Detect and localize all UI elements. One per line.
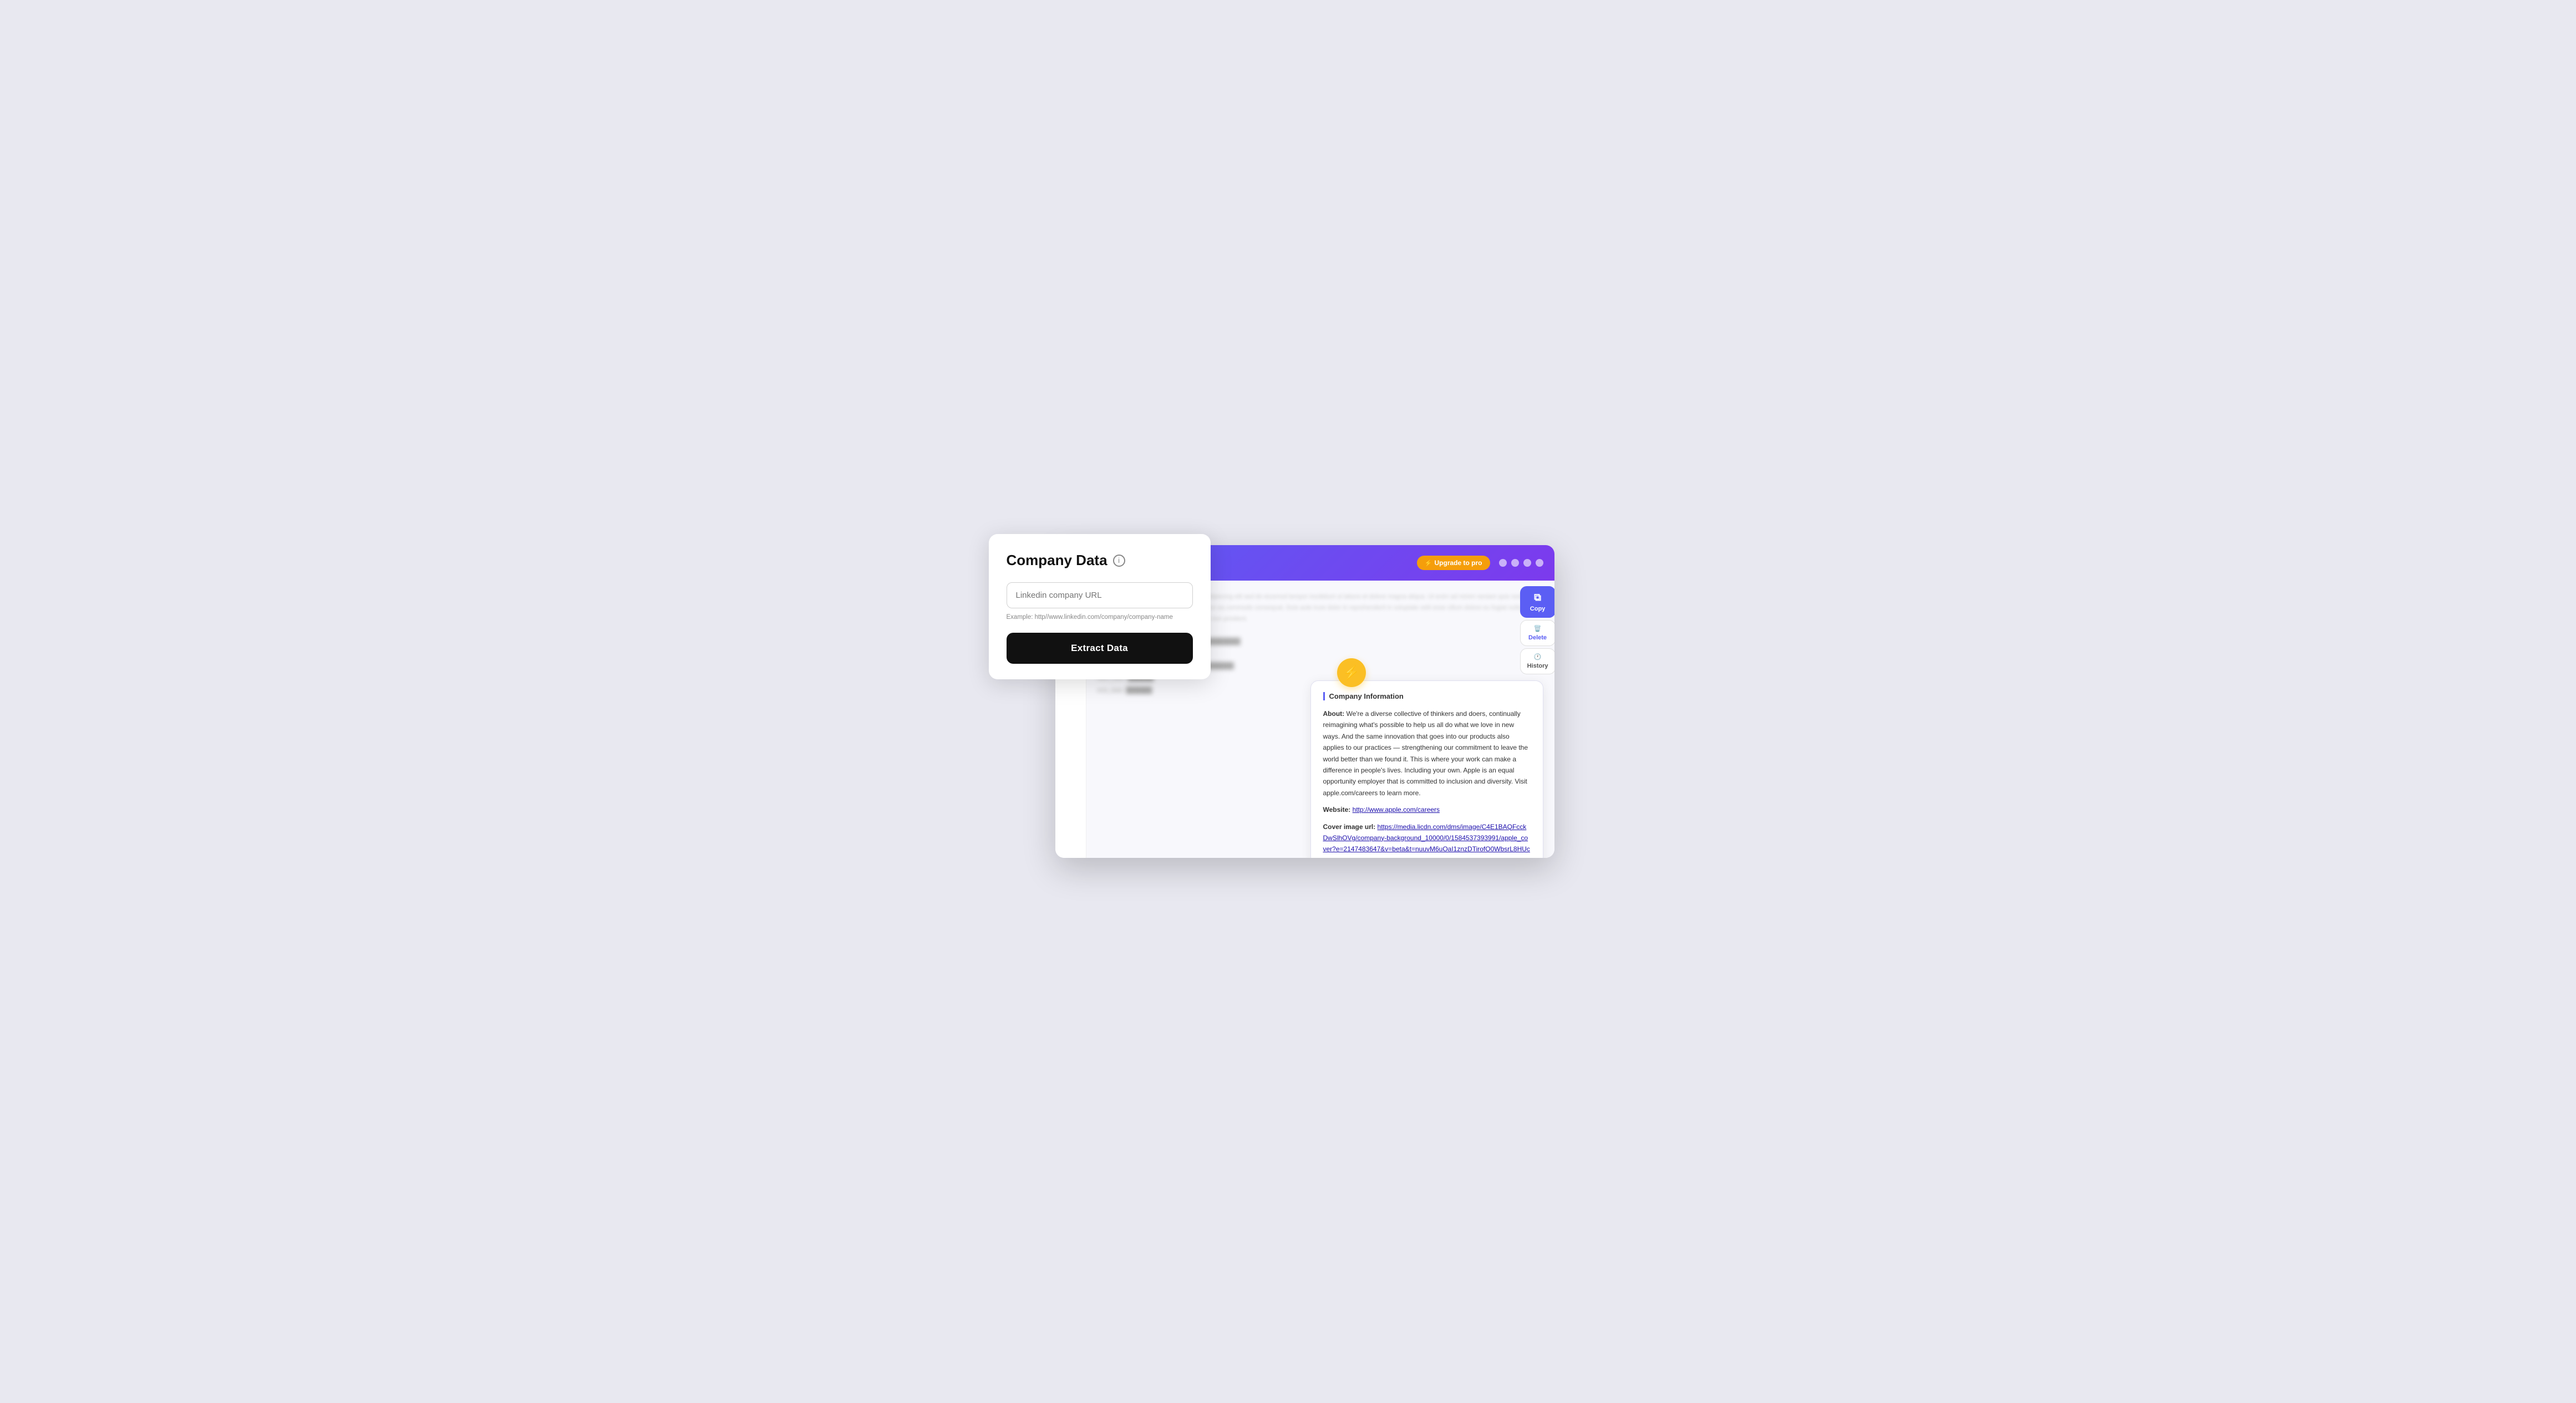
info-panel: Company Information About: We're a diver…	[1310, 680, 1543, 858]
cover-image-label: Cover image url:	[1323, 823, 1376, 831]
card-title-text: Company Data	[1007, 552, 1107, 569]
window-control-4	[1536, 559, 1543, 567]
extract-button[interactable]: Extract Data	[1007, 633, 1193, 664]
info-website: Website: http://www.apple.com/careers	[1323, 804, 1531, 815]
delete-label: Delete	[1528, 634, 1547, 641]
info-about: About: We're a diverse collective of thi…	[1323, 708, 1531, 799]
website-label: Website:	[1323, 806, 1351, 814]
upgrade-button[interactable]: Upgrade to pro	[1417, 556, 1490, 570]
card-title: Company Data i	[1007, 552, 1193, 569]
about-text: We're a diverse collective of thinkers a…	[1323, 710, 1528, 797]
history-button[interactable]: 🕐 History	[1520, 648, 1554, 674]
window-control-1	[1499, 559, 1507, 567]
about-label: About:	[1323, 710, 1345, 718]
history-icon: 🕐	[1534, 653, 1542, 660]
url-example: Example: http//www.linkedin.com/company/…	[1007, 614, 1193, 621]
window-controls	[1499, 559, 1543, 567]
info-panel-header: Company Information	[1323, 692, 1531, 700]
url-input[interactable]	[1007, 582, 1193, 608]
toolbar-panel: ⧉ Copy 🗑️ Delete 🕐 History	[1520, 586, 1554, 674]
app-container: Upgrade to pro ☰ 📖 ⚙️ Lorem ipsum dolor …	[1022, 545, 1554, 858]
company-card: Company Data i Example: http//www.linked…	[989, 534, 1211, 679]
delete-icon: 🗑️	[1534, 625, 1542, 632]
bulb-icon: ⚡	[1337, 658, 1366, 687]
delete-button[interactable]: 🗑️ Delete	[1520, 620, 1554, 646]
info-icon: i	[1113, 555, 1125, 567]
info-cover-image: Cover image url: https://media.licdn.com…	[1323, 821, 1531, 858]
copy-icon: ⧉	[1534, 592, 1541, 603]
window-control-3	[1523, 559, 1531, 567]
history-label: History	[1527, 663, 1548, 669]
website-link[interactable]: http://www.apple.com/careers	[1353, 806, 1440, 814]
window-control-2	[1511, 559, 1519, 567]
copy-button[interactable]: ⧉ Copy	[1520, 586, 1554, 618]
copy-label: Copy	[1530, 606, 1546, 612]
